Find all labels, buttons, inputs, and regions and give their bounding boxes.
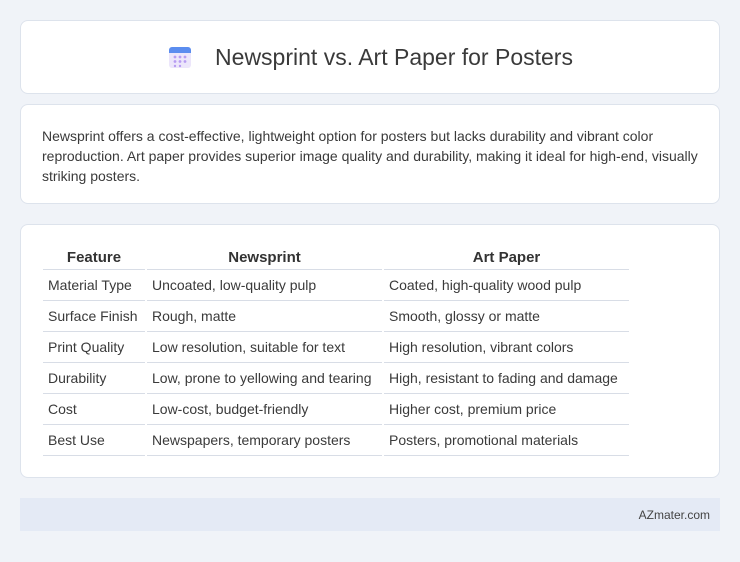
intro-card: Newsprint offers a cost-effective, light… — [20, 104, 720, 204]
newsprint-cell: Low resolution, suitable for text — [147, 332, 382, 363]
footer-bar: AZmater.com — [20, 498, 720, 531]
art-paper-cell: High resolution, vibrant colors — [384, 332, 629, 363]
table-row: Cost Low-cost, budget-friendly Higher co… — [43, 394, 629, 425]
table-row: Best Use Newspapers, temporary posters P… — [43, 425, 629, 456]
feature-cell: Cost — [43, 394, 145, 425]
newsprint-cell: Rough, matte — [147, 301, 382, 332]
feature-cell: Material Type — [43, 270, 145, 301]
feature-cell: Durability — [43, 363, 145, 394]
header-card: Newsprint vs. Art Paper for Posters — [20, 20, 720, 94]
table-row: Material Type Uncoated, low-quality pulp… — [43, 270, 629, 301]
table-card: Feature Newsprint Art Paper Material Typ… — [20, 224, 720, 478]
newsprint-cell: Low-cost, budget-friendly — [147, 394, 382, 425]
page-title: Newsprint vs. Art Paper for Posters — [215, 43, 573, 70]
art-paper-cell: Posters, promotional materials — [384, 425, 629, 456]
art-paper-cell: Higher cost, premium price — [384, 394, 629, 425]
footer-brand: AZmater.com — [638, 507, 710, 522]
feature-cell: Best Use — [43, 425, 145, 456]
table-row: Durability Low, prone to yellowing and t… — [43, 363, 629, 394]
art-paper-cell: Smooth, glossy or matte — [384, 301, 629, 332]
calendar-icon — [169, 47, 192, 68]
comparison-table: Feature Newsprint Art Paper Material Typ… — [41, 247, 631, 456]
newsprint-cell: Newspapers, temporary posters — [147, 425, 382, 456]
table-row: Surface Finish Rough, matte Smooth, glos… — [43, 301, 629, 332]
header: Newsprint vs. Art Paper for Posters — [167, 44, 573, 71]
newsprint-cell: Low, prone to yellowing and tearing — [147, 363, 382, 394]
feature-cell: Surface Finish — [43, 301, 145, 332]
table-row: Print Quality Low resolution, suitable f… — [43, 332, 629, 363]
art-paper-cell: Coated, high-quality wood pulp — [384, 270, 629, 301]
table-header-row: Feature Newsprint Art Paper — [43, 247, 629, 270]
feature-cell: Print Quality — [43, 332, 145, 363]
intro-text: Newsprint offers a cost-effective, light… — [42, 128, 698, 184]
column-header-art-paper: Art Paper — [384, 247, 629, 270]
column-header-newsprint: Newsprint — [147, 247, 382, 270]
column-header-feature: Feature — [43, 247, 145, 270]
newsprint-cell: Uncoated, low-quality pulp — [147, 270, 382, 301]
art-paper-cell: High, resistant to fading and damage — [384, 363, 629, 394]
